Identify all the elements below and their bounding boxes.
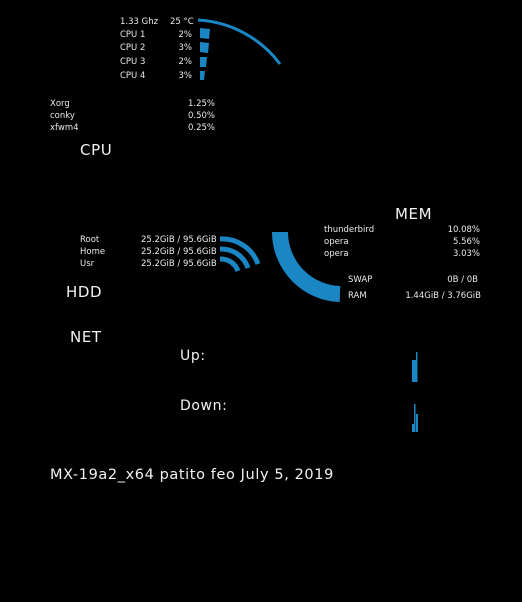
footer-system-info: MX-19a2_x64 patito feo July 5, 2019 (50, 467, 334, 483)
net-down-graph (412, 404, 418, 432)
net-graphs (412, 352, 418, 432)
net-up-graph (412, 352, 418, 382)
